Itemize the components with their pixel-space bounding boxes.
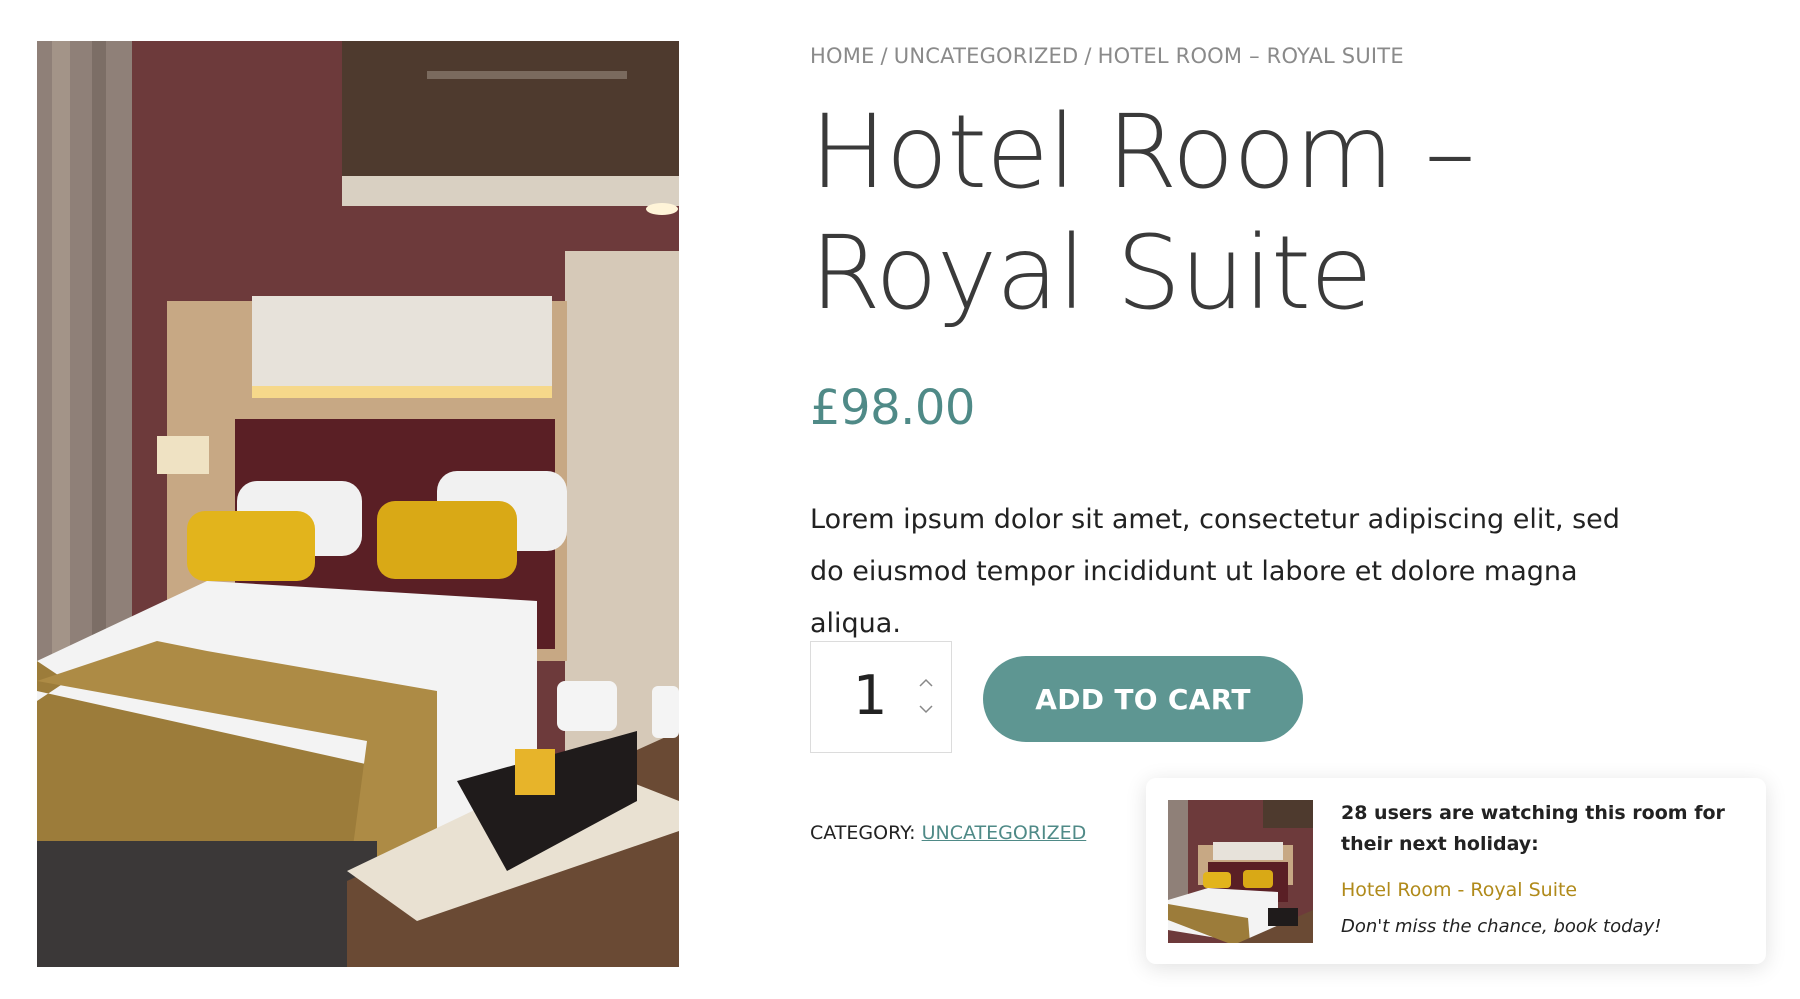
add-to-cart-button[interactable]: Add to cart [983,656,1303,742]
breadcrumb-current: Hotel Room – Royal Suite [1097,44,1404,68]
breadcrumb-category-link[interactable]: Uncategorized [894,44,1079,68]
product-description: Lorem ipsum dolor sit amet, consectetur … [810,504,1620,639]
category-link[interactable]: Uncategorized [922,822,1087,844]
popup-headline: 28 users are watching this room for thei… [1341,802,1725,855]
product-title: Hotel Room – Royal Suite [810,93,1476,333]
breadcrumb-separator: / [1084,44,1092,68]
breadcrumb-separator: / [880,44,888,68]
popup-note: Don't miss the chance, book today! [1341,916,1662,937]
product-category: Category: Uncategorized [810,822,1086,844]
popup-product-link[interactable]: Hotel Room - Royal Suite [1341,879,1577,901]
product-image [37,41,679,967]
product-price: £98.00 [810,380,975,436]
quantity-stepper[interactable]: 1 [810,641,952,753]
breadcrumb: Home / Uncategorized / Hotel Room – Royal Su… [810,44,1404,68]
quantity-value[interactable]: 1 [853,666,887,726]
category-label: Category: [810,822,916,844]
popup-thumbnail[interactable] [1168,800,1313,943]
watching-notification-popup: 28 users are watching this room for thei… [1146,778,1766,964]
breadcrumb-home-link[interactable]: Home [810,44,875,68]
chevron-down-icon[interactable] [918,702,934,716]
chevron-up-icon[interactable] [918,676,934,690]
